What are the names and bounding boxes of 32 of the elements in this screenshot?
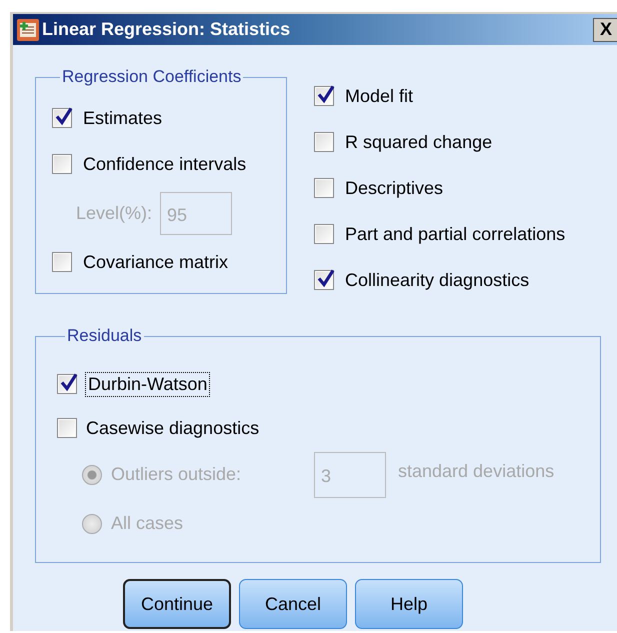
- checkbox[interactable]: [314, 270, 334, 290]
- checkbox[interactable]: [57, 374, 77, 394]
- radio-label: All cases: [111, 513, 184, 534]
- group-title: Residuals: [66, 326, 143, 346]
- app-icon: [17, 18, 39, 40]
- radio-label: Outliers outside:: [111, 464, 242, 485]
- checkbox-label: Confidence intervals: [83, 154, 246, 174]
- checkbox-label: R squared change: [345, 132, 492, 152]
- dialog-button[interactable]: Continue: [123, 579, 231, 629]
- checkbox[interactable]: [314, 178, 334, 198]
- checkbox-label: Estimates: [83, 108, 162, 128]
- checkbox[interactable]: [57, 418, 77, 438]
- dialog-button[interactable]: Help: [355, 579, 463, 629]
- checkbox-label: Casewise diagnostics: [86, 418, 260, 438]
- group-title: Regression Coefficients: [61, 67, 242, 87]
- field-suffix: standard deviations: [398, 461, 554, 482]
- checkbox-label: Model fit: [345, 86, 414, 106]
- checkbox[interactable]: [52, 108, 72, 128]
- checkbox-label: Covariance matrix: [83, 252, 228, 272]
- close-button[interactable]: X: [593, 18, 617, 42]
- dialog-button[interactable]: Cancel: [239, 579, 347, 629]
- window-title: Linear Regression: Statistics: [42, 19, 292, 40]
- checkbox-label: Collinearity diagnostics: [345, 270, 530, 290]
- checkbox[interactable]: [314, 224, 334, 244]
- checkbox-label: Durbin-Watson: [86, 372, 210, 396]
- checkbox[interactable]: [52, 154, 72, 174]
- checkbox[interactable]: [314, 132, 334, 152]
- checkbox-label: Descriptives: [345, 178, 444, 198]
- checkbox-label: Part and partial correlations: [345, 224, 566, 244]
- field-label: Level(%):: [76, 202, 152, 224]
- checkbox[interactable]: [314, 86, 334, 106]
- checkbox[interactable]: [52, 252, 72, 272]
